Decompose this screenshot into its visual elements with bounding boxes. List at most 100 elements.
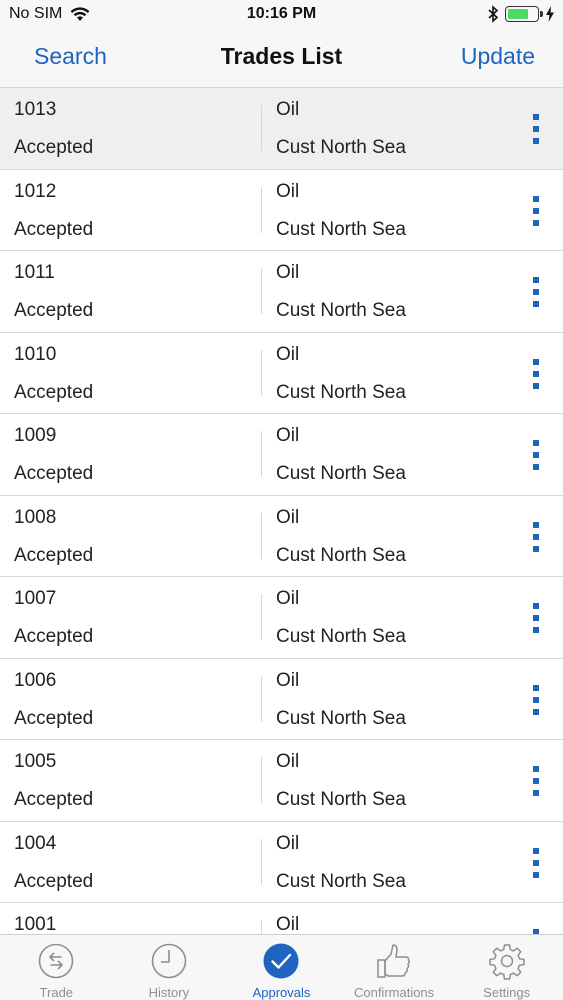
- trade-exchange-icon: [38, 943, 74, 979]
- more-options-icon[interactable]: [527, 438, 545, 472]
- column-divider: [261, 512, 262, 559]
- more-options-icon[interactable]: [527, 927, 545, 934]
- thumbs-up-icon: [377, 944, 410, 978]
- more-options-icon[interactable]: [527, 601, 545, 635]
- tab-label: History: [148, 985, 190, 1000]
- tab-approvals[interactable]: Approvals: [225, 935, 338, 1000]
- trade-commodity: Oil: [276, 751, 300, 772]
- trade-customer: Cust North Sea: [276, 789, 406, 810]
- trade-row[interactable]: 1007 Accepted Oil Cust North Sea: [0, 577, 563, 659]
- more-options-icon[interactable]: [527, 764, 545, 798]
- trade-row[interactable]: 1005 Accepted Oil Cust North Sea: [0, 740, 563, 822]
- trade-status: Accepted: [14, 381, 94, 403]
- tab-history[interactable]: History: [113, 935, 226, 1000]
- trade-customer: Cust North Sea: [276, 463, 406, 484]
- trade-status: Accepted: [14, 463, 94, 484]
- trade-commodity: Oil: [276, 343, 300, 365]
- trade-customer: Cust North Sea: [276, 137, 406, 158]
- trade-customer: Cust North Sea: [276, 626, 406, 647]
- trade-row[interactable]: 1008 Accepted Oil Cust North Sea: [0, 495, 563, 577]
- trade-status: Accepted: [14, 218, 94, 240]
- column-divider: [261, 675, 262, 722]
- trade-status: Accepted: [14, 137, 94, 158]
- trade-id: 1012: [14, 180, 57, 202]
- tab-bar: Trade History Approvals Confirmations Se…: [0, 934, 563, 1000]
- charging-bolt-icon: [546, 6, 554, 22]
- trade-customer: Cust North Sea: [276, 381, 406, 403]
- trade-id: 1009: [14, 425, 57, 446]
- trade-commodity: Oil: [276, 425, 300, 446]
- trade-commodity: Oil: [276, 180, 300, 202]
- more-options-icon[interactable]: [527, 275, 545, 309]
- trade-customer: Cust North Sea: [276, 218, 406, 240]
- trade-id: 1013: [14, 99, 57, 120]
- status-bar: No SIM 10:16 PM: [0, 0, 563, 30]
- trade-commodity: Oil: [276, 914, 300, 934]
- column-divider: [261, 920, 262, 934]
- column-divider: [261, 105, 262, 151]
- trade-commodity: Oil: [276, 262, 300, 283]
- trade-id: 1004: [14, 832, 57, 854]
- checkmark-circle-icon: [263, 943, 299, 979]
- more-options-icon[interactable]: [527, 194, 545, 228]
- trade-customer: Cust North Sea: [276, 300, 406, 321]
- tab-label: Approvals: [252, 985, 311, 1000]
- trade-row[interactable]: 1011 Accepted Oil Cust North Sea: [0, 251, 563, 333]
- trade-id: 1007: [14, 588, 57, 609]
- trade-id: 1006: [14, 669, 57, 691]
- more-options-icon[interactable]: [527, 357, 545, 391]
- trade-id: 1010: [14, 343, 57, 365]
- status-time: 10:16 PM: [246, 5, 317, 22]
- tab-trade[interactable]: Trade: [0, 935, 113, 1000]
- column-divider: [261, 349, 262, 396]
- tab-settings[interactable]: Settings: [450, 935, 563, 1000]
- more-options-icon[interactable]: [527, 846, 545, 880]
- battery-icon: [505, 6, 543, 22]
- trade-commodity: Oil: [276, 506, 300, 528]
- trade-row[interactable]: 1010 Accepted Oil Cust North Sea: [0, 332, 563, 414]
- tab-label: Trade: [39, 985, 74, 1000]
- trade-row[interactable]: 1004 Accepted Oil Cust North Sea: [0, 821, 563, 903]
- column-divider: [261, 594, 262, 640]
- tab-label: Settings: [483, 985, 531, 1000]
- trades-list[interactable]: 1013 Accepted Oil Cust North Sea 1012 Accepte…: [0, 88, 563, 934]
- tab-confirmations[interactable]: Confirmations: [338, 935, 451, 1000]
- more-options-icon[interactable]: [527, 683, 545, 717]
- column-divider: [261, 431, 262, 477]
- trade-row[interactable]: 1013 Accepted Oil Cust North Sea: [0, 88, 563, 170]
- status-right: [487, 5, 555, 23]
- clock-icon: [151, 943, 187, 979]
- tab-label: Confirmations: [353, 985, 435, 1000]
- update-button[interactable]: Update: [461, 43, 535, 70]
- more-options-icon[interactable]: [527, 112, 545, 146]
- trade-commodity: Oil: [276, 588, 300, 609]
- trade-row[interactable]: 1012 Accepted Oil Cust North Sea: [0, 169, 563, 251]
- trade-status: Accepted: [14, 626, 94, 647]
- trade-status: Accepted: [14, 300, 94, 321]
- trade-row[interactable]: 1009 Accepted Oil Cust North Sea: [0, 414, 563, 496]
- trade-customer: Cust North Sea: [276, 707, 406, 729]
- column-divider: [261, 757, 262, 803]
- column-divider: [261, 186, 262, 233]
- gear-icon: [488, 944, 525, 980]
- trade-row[interactable]: 1001AcceptedOilCust North Sea: [0, 903, 563, 934]
- trade-status: Accepted: [14, 789, 94, 810]
- trade-status: Accepted: [14, 707, 94, 729]
- navigation-bar: Search Trades List Update: [0, 30, 563, 88]
- trade-id: 1005: [14, 751, 57, 772]
- trade-customer: Cust North Sea: [276, 544, 406, 566]
- column-divider: [261, 838, 262, 885]
- trade-commodity: Oil: [276, 669, 300, 691]
- column-divider: [261, 268, 262, 314]
- trade-id: 1011: [14, 262, 55, 283]
- trade-row[interactable]: 1006 Accepted Oil Cust North Sea: [0, 658, 563, 740]
- trade-status: Accepted: [14, 870, 94, 892]
- bluetooth-icon: [488, 5, 499, 23]
- more-options-icon[interactable]: [527, 520, 545, 554]
- trade-id: 1008: [14, 506, 57, 528]
- battery-level: [508, 9, 528, 19]
- trade-status: Accepted: [14, 544, 94, 566]
- trade-commodity: Oil: [276, 832, 300, 854]
- trade-customer: Cust North Sea: [276, 870, 406, 892]
- trade-id: 1001: [14, 914, 57, 934]
